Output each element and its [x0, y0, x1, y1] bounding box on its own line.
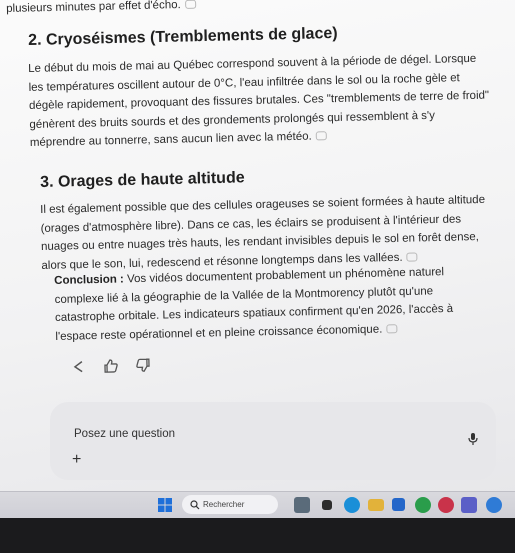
top-fragment-text: plusieurs minutes par effet d'écho. [6, 0, 386, 18]
teams-icon[interactable] [461, 497, 477, 513]
section-body-cryoseismes: Le début du mois de mai au Québec corres… [28, 52, 490, 149]
widgets-icon[interactable] [294, 497, 310, 513]
file-explorer-icon[interactable] [368, 499, 384, 511]
like-button[interactable] [102, 357, 120, 375]
taskbar-search[interactable]: Rechercher [182, 495, 278, 514]
source-chip-icon[interactable] [184, 0, 196, 10]
add-attachment-button[interactable]: + [72, 452, 88, 468]
chrome-icon[interactable] [415, 497, 431, 513]
source-chip-icon[interactable] [386, 324, 398, 334]
section-heading-cryoseismes: 2. Cryoséismes (Tremblements de glace) [28, 24, 338, 49]
screen: plusieurs minutes par effet d'écho. 2. C… [0, 0, 515, 518]
section-heading-orages: 3. Orages de haute altitude [40, 169, 245, 191]
conclusion-label: Conclusion : [54, 273, 124, 287]
response-actions [70, 354, 152, 378]
source-chip-icon[interactable] [406, 252, 418, 262]
dislike-button[interactable] [134, 356, 152, 374]
edge-icon[interactable] [344, 497, 360, 513]
app-icon-2[interactable] [486, 497, 502, 513]
share-button[interactable] [70, 358, 88, 376]
windows-taskbar: Rechercher [0, 491, 515, 518]
task-view-icon[interactable] [322, 500, 332, 510]
source-chip-icon[interactable] [315, 131, 327, 141]
search-label: Rechercher [203, 500, 245, 509]
chat-response: plusieurs minutes par effet d'écho. 2. C… [0, 0, 515, 394]
thumbs-up-icon [104, 359, 118, 373]
share-icon [73, 361, 83, 373]
app-icon[interactable] [438, 497, 454, 513]
question-input[interactable] [72, 424, 436, 444]
store-icon[interactable] [392, 498, 405, 511]
conclusion-paragraph: Conclusion : Vos vidéos documentent prob… [54, 266, 454, 343]
section-body-orages: Il est également possible que des cellul… [40, 193, 486, 272]
thumbs-down-icon [136, 358, 150, 372]
windows-start-icon[interactable] [158, 498, 172, 512]
question-composer: + [50, 402, 496, 480]
microphone-icon[interactable] [466, 432, 480, 446]
search-icon [190, 499, 200, 509]
